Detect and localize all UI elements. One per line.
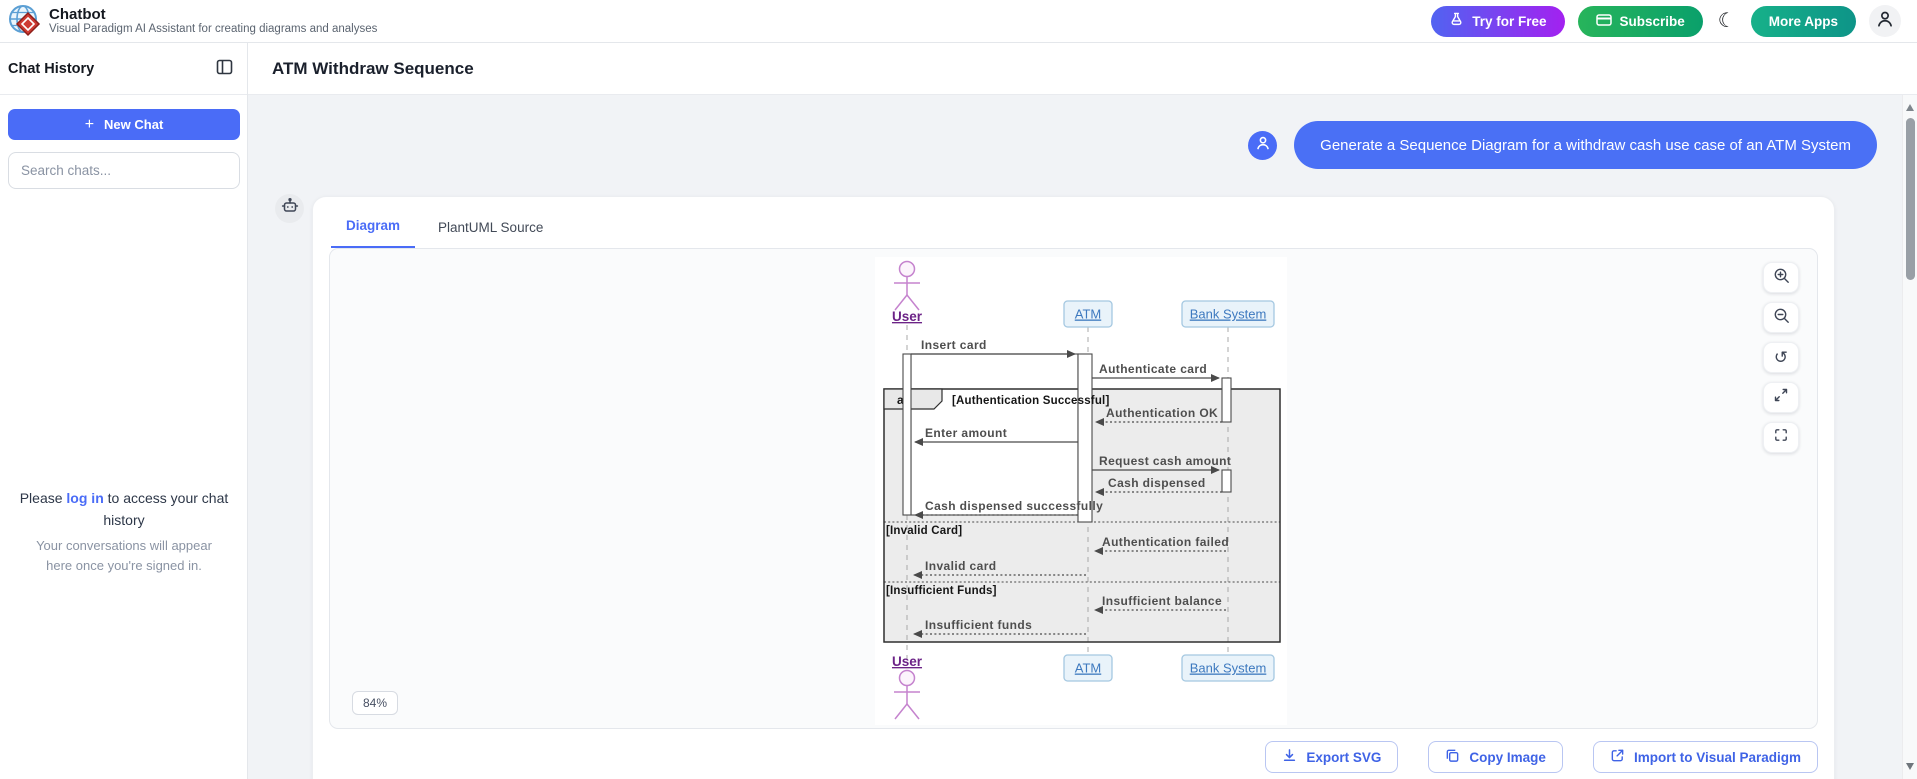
zoom-out-button[interactable] — [1763, 302, 1799, 333]
message-request-cash: Request cash amount — [1099, 454, 1231, 468]
dark-mode-toggle[interactable]: ☾ — [1716, 11, 1738, 31]
user-message-row: Generate a Sequence Diagram for a withdr… — [1248, 121, 1877, 169]
participant-bank-label-top[interactable]: Bank System — [1190, 307, 1267, 322]
message-authentication-ok: Authentication OK — [1106, 406, 1218, 420]
message-insufficient-balance: Insufficient balance — [1102, 594, 1222, 608]
reset-view-button[interactable]: ↺ — [1763, 342, 1799, 373]
message-insufficient-funds: Insufficient funds — [925, 618, 1032, 632]
actor-user-label-top[interactable]: User — [892, 309, 923, 324]
message-authenticate-card: Authenticate card — [1099, 362, 1207, 376]
sequence-diagram-canvas: alt Insert card Authentica — [875, 257, 1287, 725]
diagram-viewport[interactable]: alt Insert card Authentica — [329, 248, 1818, 729]
message-invalid-card: Invalid card — [925, 559, 997, 573]
assistant-avatar — [275, 194, 304, 223]
zoom-in-button[interactable] — [1763, 262, 1799, 293]
zoom-level-badge: 84% — [352, 691, 398, 715]
chat-area: Generate a Sequence Diagram for a withdr… — [248, 95, 1917, 779]
card-footer: Export SVG Copy Image — [329, 729, 1818, 773]
log-in-link[interactable]: log in — [66, 490, 103, 506]
main-titlebar: ATM Withdraw Sequence — [248, 43, 1917, 95]
fullscreen-icon — [1773, 427, 1789, 448]
participant-atm-label-bottom[interactable]: ATM — [1075, 661, 1101, 676]
person-icon — [1876, 10, 1894, 33]
panel-toggle-icon — [216, 59, 233, 78]
reset-view-icon: ↺ — [1774, 348, 1788, 368]
fullscreen-button[interactable] — [1763, 422, 1799, 453]
import-to-visual-paradigm-button[interactable]: Import to Visual Paradigm — [1593, 741, 1818, 773]
expand-icon — [1773, 387, 1789, 408]
copy-image-button[interactable]: Copy Image — [1428, 741, 1563, 773]
chat-history-sidebar: Chat History + New Chat Please log in to… — [0, 43, 248, 779]
download-icon — [1282, 748, 1297, 766]
zoom-out-icon — [1773, 307, 1790, 329]
diagram-controls: ↺ — [1763, 262, 1799, 453]
account-button[interactable] — [1869, 5, 1901, 37]
sidebar-collapse-button[interactable] — [216, 59, 233, 78]
try-for-free-button[interactable]: Try for Free — [1431, 6, 1564, 37]
sidebar-title: Chat History — [8, 61, 94, 77]
vp-logo-icon — [8, 4, 42, 38]
page-title: ATM Withdraw Sequence — [272, 59, 474, 79]
guard-authentication-successful: [Authentication Successful] — [952, 395, 1109, 407]
app-header: Chatbot Visual Paradigm AI Assistant for… — [0, 0, 1917, 43]
actor-user-bottom — [894, 671, 920, 720]
assistant-answer-card: Diagram PlantUML Source — [312, 196, 1835, 779]
flask-icon — [1449, 12, 1464, 30]
actor-user-label-bottom[interactable]: User — [892, 654, 923, 669]
copy-icon — [1445, 748, 1460, 766]
new-chat-button[interactable]: + New Chat — [8, 109, 240, 140]
guard-insufficient-funds: [Insufficient Funds] — [886, 585, 997, 597]
participant-bank-label-bottom[interactable]: Bank System — [1190, 661, 1267, 676]
tab-diagram[interactable]: Diagram — [331, 218, 415, 248]
guard-invalid-card: [Invalid Card] — [886, 525, 962, 537]
chat-scrollbar[interactable] — [1902, 95, 1917, 779]
message-cash-dispensed-ok: Cash dispensed successfully — [925, 499, 1103, 513]
app-title: Chatbot — [49, 6, 377, 23]
actor-user-top — [894, 262, 920, 311]
login-prompt: Please log in to access your chat histor… — [0, 488, 248, 575]
tabs-row: Diagram PlantUML Source — [329, 197, 1818, 248]
tab-plantuml-source[interactable]: PlantUML Source — [423, 220, 558, 248]
search-chats-input[interactable] — [8, 152, 240, 189]
expand-button[interactable] — [1763, 382, 1799, 413]
plus-icon: + — [85, 116, 94, 134]
robot-icon — [281, 197, 299, 220]
scrollbar-down-arrow[interactable] — [1906, 763, 1914, 770]
message-insert-card: Insert card — [921, 338, 987, 352]
moon-icon: ☾ — [1718, 10, 1736, 32]
credit-card-icon — [1596, 13, 1612, 30]
app-subtitle: Visual Paradigm AI Assistant for creatin… — [49, 23, 377, 36]
message-authentication-failed: Authentication failed — [1102, 535, 1229, 549]
external-link-icon — [1610, 748, 1625, 766]
subscribe-button[interactable]: Subscribe — [1578, 6, 1703, 37]
more-apps-button[interactable]: More Apps — [1751, 6, 1856, 37]
user-message-bubble: Generate a Sequence Diagram for a withdr… — [1294, 121, 1877, 169]
user-avatar — [1248, 131, 1277, 160]
scrollbar-up-arrow[interactable] — [1906, 104, 1914, 111]
zoom-in-icon — [1773, 267, 1790, 289]
person-icon — [1255, 135, 1271, 156]
message-cash-dispensed: Cash dispensed — [1108, 476, 1206, 490]
export-svg-button[interactable]: Export SVG — [1265, 741, 1398, 773]
participant-atm-label-top[interactable]: ATM — [1075, 307, 1101, 322]
message-enter-amount: Enter amount — [925, 426, 1007, 440]
scrollbar-thumb[interactable] — [1906, 118, 1915, 280]
